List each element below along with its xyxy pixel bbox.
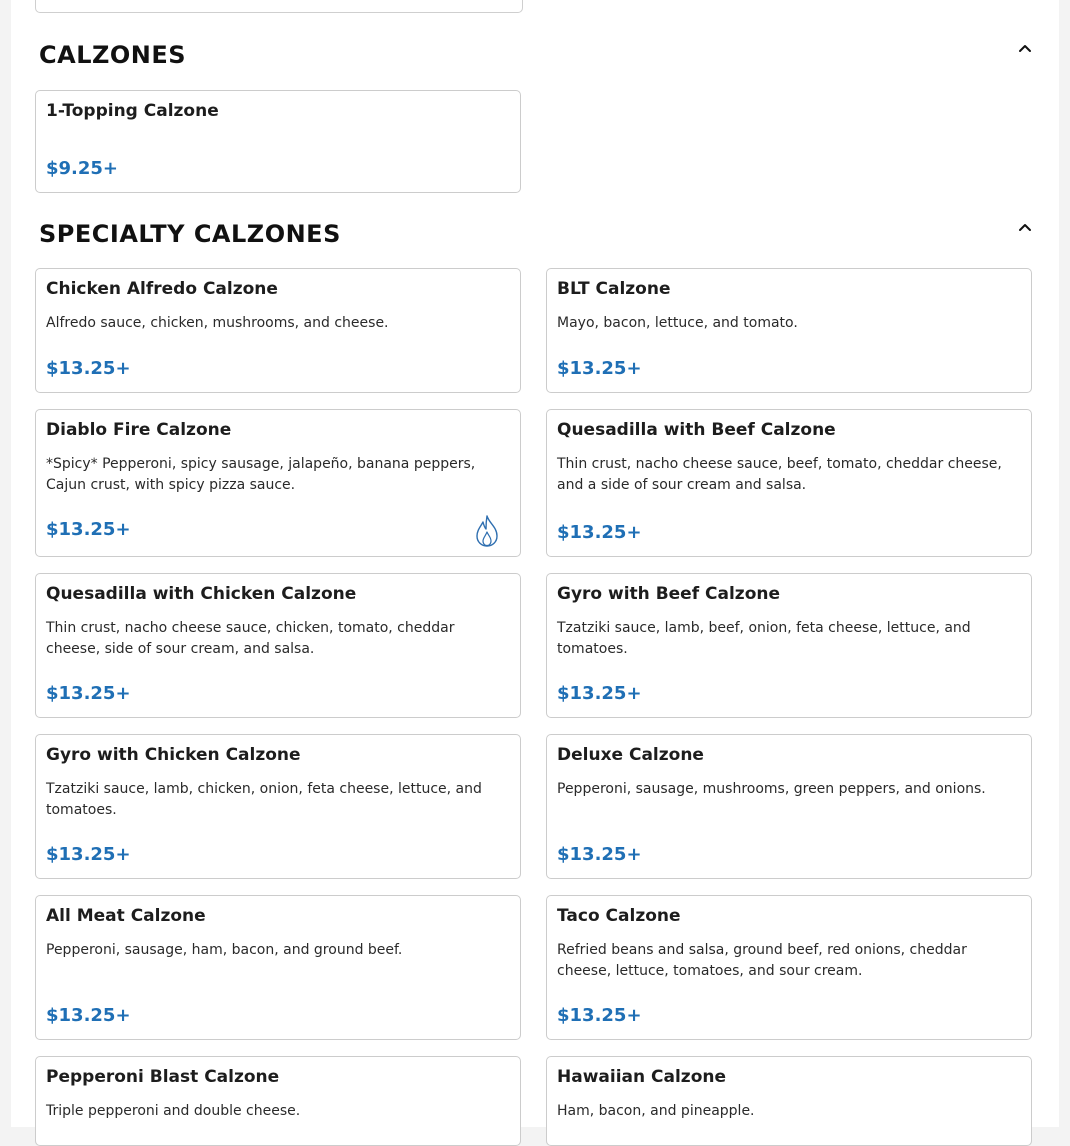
item-name: Quesadilla with Beef Calzone [557, 420, 836, 440]
item-name: Gyro with Chicken Calzone [46, 745, 301, 765]
item-name: All Meat Calzone [46, 906, 206, 926]
item-description: Refried beans and salsa, ground beef, re… [557, 942, 967, 979]
menu-item-card[interactable]: Deluxe Calzone Pepperoni, sausage, mushr… [546, 734, 1032, 879]
item-name: Deluxe Calzone [557, 745, 704, 765]
section-header-calzones: CALZONES [39, 40, 1034, 80]
menu-item-card[interactable]: Gyro with Beef Calzone Tzatziki sauce, l… [546, 573, 1032, 718]
item-name: BLT Calzone [557, 279, 671, 299]
menu-item-card[interactable]: Quesadilla with Chicken Calzone Thin cru… [35, 573, 521, 718]
chevron-up-icon [1019, 45, 1031, 52]
menu-item-card[interactable]: BLT Calzone Mayo, bacon, lettuce, and to… [546, 268, 1032, 393]
menu-item-card[interactable]: Hawaiian Calzone Ham, bacon, and pineapp… [546, 1056, 1032, 1146]
item-price: $13.25+ [46, 844, 131, 865]
item-name: Hawaiian Calzone [557, 1067, 727, 1087]
item-price: $13.25+ [46, 519, 131, 540]
item-description: Pepperoni, sausage, mushrooms, green pep… [557, 781, 986, 797]
item-name: 1-Topping Calzone [46, 101, 219, 121]
item-description: *Spicy* Pepperoni, spicy sausage, jalape… [46, 456, 476, 493]
chevron-up-icon [1019, 224, 1031, 231]
item-name: Quesadilla with Chicken Calzone [46, 584, 357, 604]
item-name: Taco Calzone [557, 906, 681, 926]
item-description: Triple pepperoni and double cheese. [46, 1103, 301, 1119]
section-title: SPECIALTY CALZONES [39, 220, 341, 248]
menu-item-card[interactable]: 1-Topping Calzone $9.25+ [35, 90, 521, 193]
menu-item-card[interactable]: Diablo Fire Calzone *Spicy* Pepperoni, s… [35, 409, 521, 557]
item-price: $13.25+ [557, 522, 642, 543]
item-description: Mayo, bacon, lettuce, and tomato. [557, 315, 798, 331]
menu-item-card[interactable]: Quesadilla with Beef Calzone Thin crust,… [546, 409, 1032, 557]
item-price: $13.25+ [557, 1005, 642, 1026]
menu-item-card[interactable]: Gyro with Chicken Calzone Tzatziki sauce… [35, 734, 521, 879]
collapse-section-button[interactable] [1016, 40, 1034, 58]
item-price: $13.25+ [46, 683, 131, 704]
item-price: $13.25+ [557, 358, 642, 379]
item-name: Chicken Alfredo Calzone [46, 279, 278, 299]
section-header-specialty-calzones: SPECIALTY CALZONES [39, 219, 1034, 259]
menu-item-card[interactable]: Chicken Alfredo Calzone Alfredo sauce, c… [35, 268, 521, 393]
item-description: Thin crust, nacho cheese sauce, beef, to… [557, 456, 1002, 493]
menu-page: CALZONES 1-Topping Calzone $9.25+ SPECIA… [11, 0, 1059, 1146]
menu-item-card[interactable]: Pepperoni Blast Calzone Triple pepperoni… [35, 1056, 521, 1146]
previous-menu-card[interactable] [35, 0, 523, 13]
item-name: Diablo Fire Calzone [46, 420, 232, 440]
item-price: $9.25+ [46, 158, 119, 179]
item-description: Tzatziki sauce, lamb, beef, onion, feta … [557, 620, 971, 657]
item-price: $13.25+ [46, 358, 131, 379]
spicy-flame-icon [476, 515, 498, 547]
item-description: Ham, bacon, and pineapple. [557, 1103, 755, 1119]
item-name: Pepperoni Blast Calzone [46, 1067, 280, 1087]
item-name: Gyro with Beef Calzone [557, 584, 781, 604]
item-price: $13.25+ [557, 683, 642, 704]
item-description: Tzatziki sauce, lamb, chicken, onion, fe… [46, 781, 482, 818]
item-description: Alfredo sauce, chicken, mushrooms, and c… [46, 315, 389, 331]
section-title: CALZONES [39, 41, 187, 69]
collapse-section-button[interactable] [1016, 219, 1034, 237]
menu-item-card[interactable]: Taco Calzone Refried beans and salsa, gr… [546, 895, 1032, 1040]
item-price: $13.25+ [557, 844, 642, 865]
item-description: Thin crust, nacho cheese sauce, chicken,… [46, 620, 455, 657]
item-description: Pepperoni, sausage, ham, bacon, and grou… [46, 942, 403, 958]
item-price: $13.25+ [46, 1005, 131, 1026]
menu-item-card[interactable]: All Meat Calzone Pepperoni, sausage, ham… [35, 895, 521, 1040]
